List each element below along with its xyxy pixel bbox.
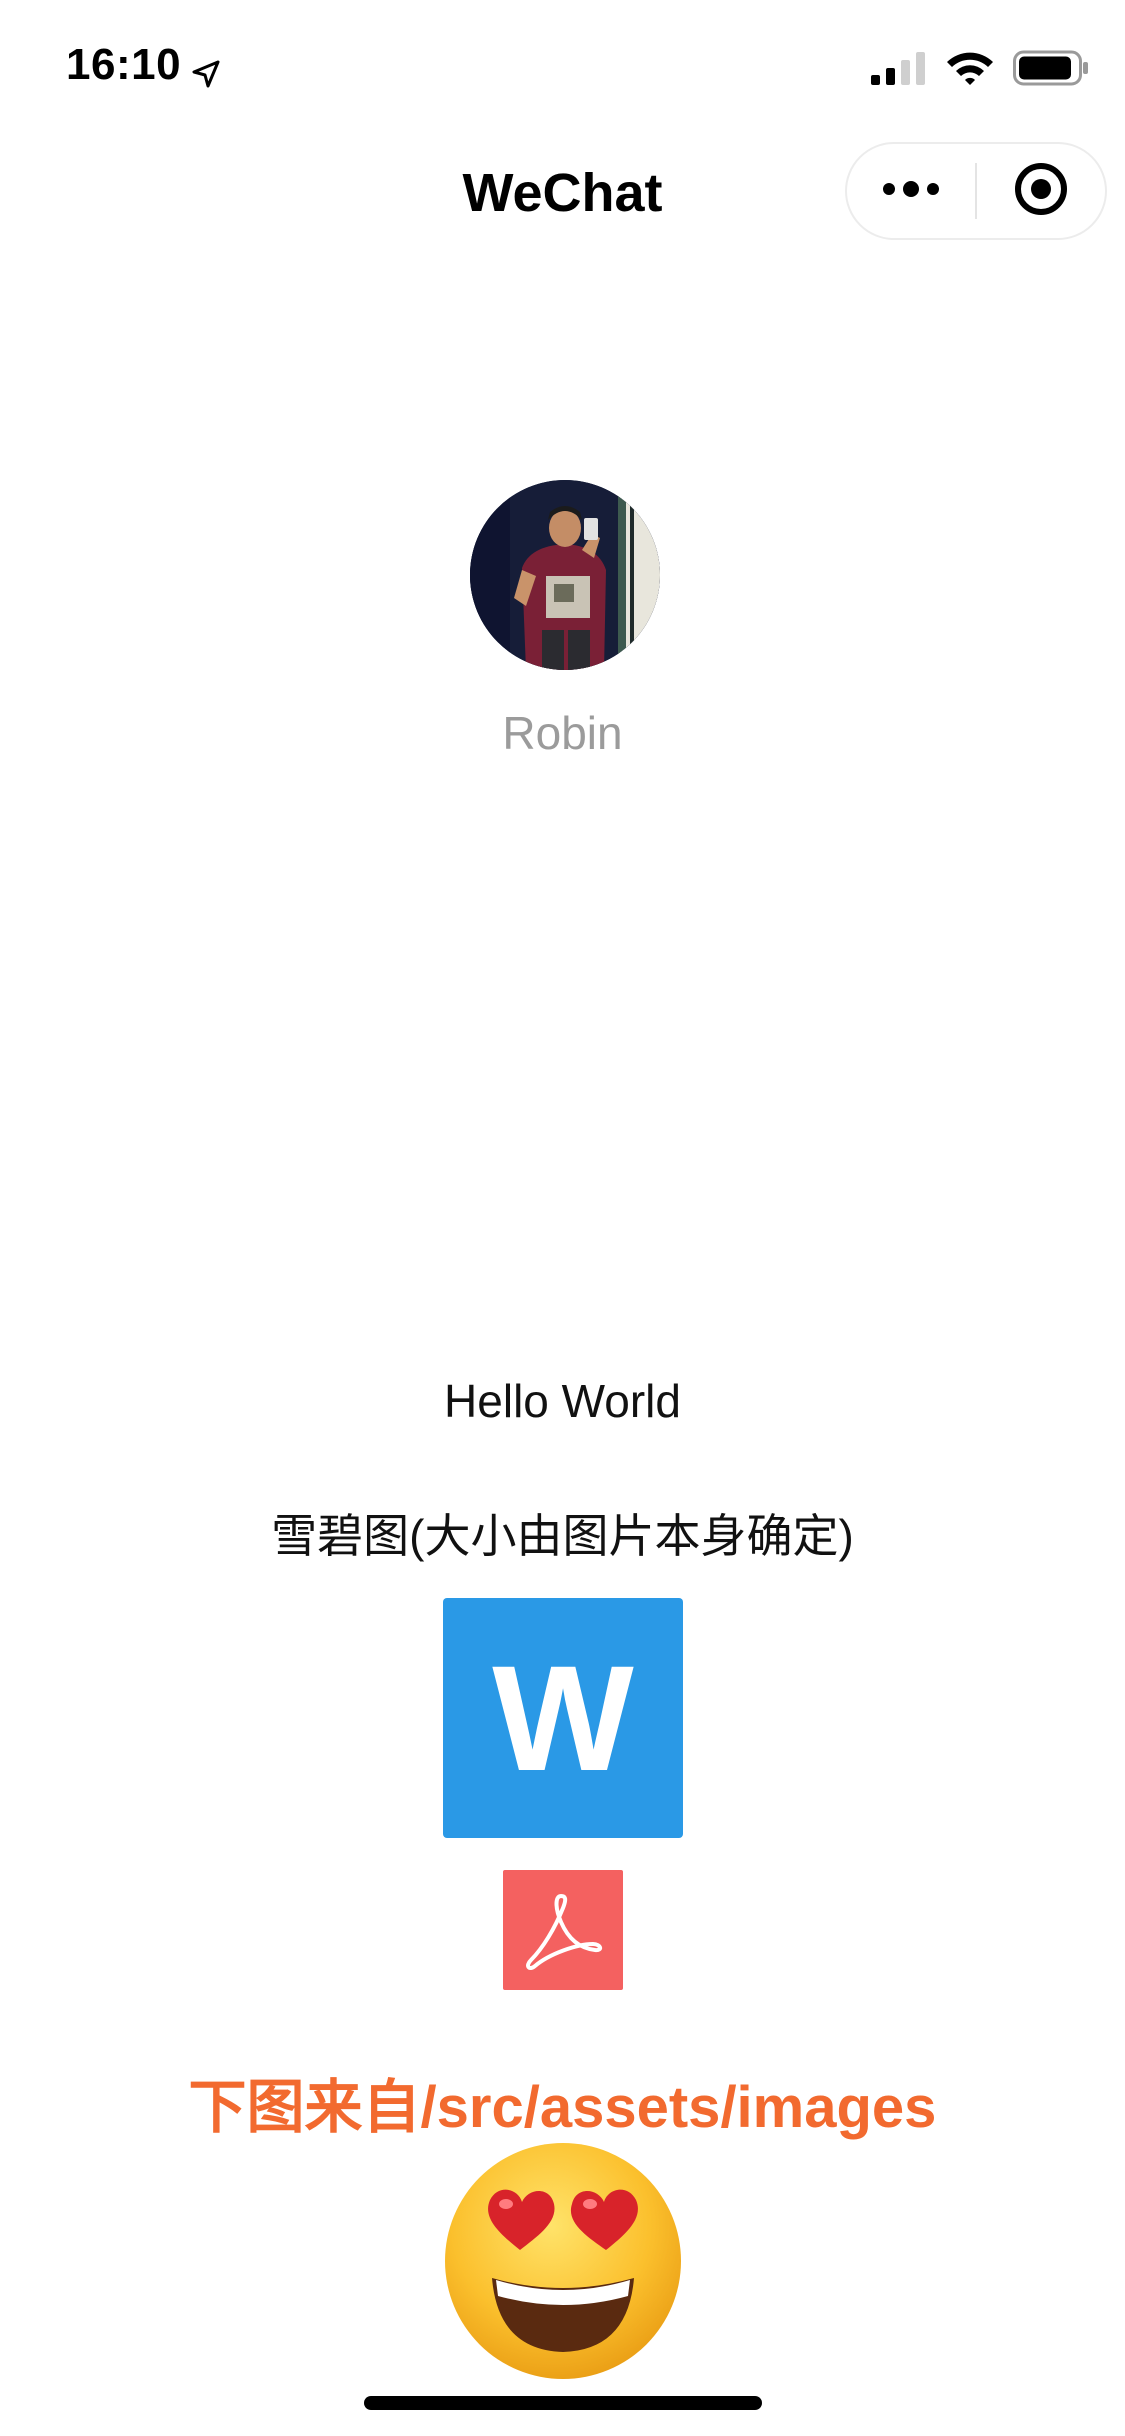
- pdf-document-icon: [503, 1870, 623, 1990]
- word-icon-letter: W: [492, 1634, 634, 1802]
- word-document-icon: W: [443, 1598, 683, 1838]
- more-button[interactable]: [847, 144, 975, 238]
- screen: 16:10 WeChat Robin Hello World 雪碧图(大小由图片…: [0, 0, 1125, 2436]
- cellular-signal-icon: [871, 51, 927, 90]
- menu-capsule: [845, 142, 1107, 240]
- nickname: Robin: [502, 707, 623, 759]
- status-bar: 16:10: [0, 0, 1125, 132]
- close-miniprogram-button[interactable]: [977, 144, 1105, 238]
- status-time-group: 16:10: [66, 40, 221, 90]
- user-avatar-photo: [470, 480, 660, 670]
- user-avatar[interactable]: [470, 480, 660, 670]
- nav-bar: WeChat: [0, 132, 1125, 260]
- battery-icon: [1013, 50, 1089, 91]
- sprite-caption: 雪碧图(大小由图片本身确定): [271, 1510, 854, 1562]
- home-indicator[interactable]: [364, 2396, 762, 2410]
- heart-eyes-emoji: [440, 2138, 686, 2384]
- status-indicators: [871, 48, 1089, 92]
- location-arrow-icon: [191, 50, 221, 88]
- wifi-icon: [945, 50, 995, 91]
- status-time: 16:10: [66, 40, 182, 89]
- adobe-pdf-icon: [526, 1894, 602, 1971]
- hello-text: Hello World: [444, 1375, 681, 1427]
- more-dots-icon: [881, 180, 941, 202]
- target-close-icon: [1013, 161, 1069, 222]
- assets-caption: 下图来自/src/assets/images: [188, 2075, 937, 2140]
